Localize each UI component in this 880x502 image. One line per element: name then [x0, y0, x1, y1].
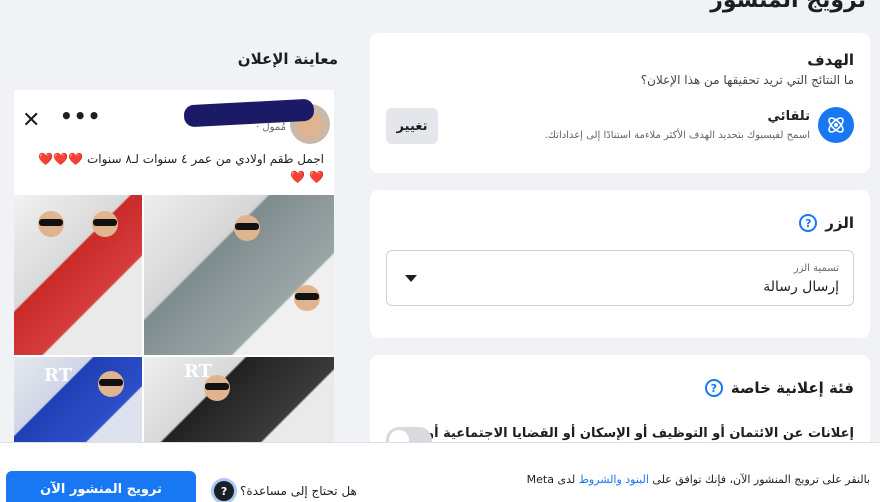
close-icon[interactable]: ✕: [22, 108, 40, 133]
help-icon[interactable]: ?: [799, 214, 818, 232]
photo-grid: RT RT: [14, 195, 334, 450]
terms-prefix: بالنقر على ترويج المنشور الآن، فإنك تواف…: [652, 473, 870, 486]
ad-image-grey-outfit: [144, 195, 334, 355]
page-title: ترويج المنشور: [710, 0, 866, 13]
ad-caption: اجمل طقم اولادي من عمر ٤ سنوات لـ٨ سنوات: [87, 152, 324, 166]
brand-logo: RT: [44, 365, 73, 386]
category-title: فئة إعلانية خاصة: [730, 379, 854, 397]
target-icon: [818, 107, 854, 143]
ad-text: اجمل طقم اولادي من عمر ٤ سنوات لـ٨ سنوات…: [24, 150, 324, 186]
more-options-icon[interactable]: •••: [60, 104, 101, 128]
help-link[interactable]: هل تحتاج إلى مساعدة؟ ?: [214, 481, 357, 501]
goal-name: تلقائي: [767, 109, 810, 124]
promote-now-button[interactable]: ترويج المنشور الآن: [6, 471, 196, 502]
ad-image-red-outfit: [14, 195, 142, 355]
ad-image-blue-outfit: RT: [14, 357, 142, 450]
sponsored-label: مُمول ·: [256, 122, 286, 133]
select-label: تسمية الزر: [793, 263, 839, 274]
select-value: إرسال رسالة: [763, 279, 839, 295]
ad-preview: ✕ ••• مُمول · اجمل طقم اولادي من عمر ٤ س…: [14, 90, 334, 450]
terms-link[interactable]: البنود والشروط: [579, 473, 649, 486]
brand-logo: RT: [184, 361, 213, 382]
ad-image-black-outfit: RT: [144, 357, 334, 450]
terms-suffix: لدى Meta: [526, 473, 576, 486]
footer-bar: ترويج المنشور الآن هل تحتاج إلى مساعدة؟ …: [0, 442, 880, 502]
button-section-header: الزر ?: [799, 214, 854, 232]
help-link-label: هل تحتاج إلى مساعدة؟: [240, 484, 357, 498]
question-icon: ?: [214, 481, 234, 501]
goal-question: ما النتائج التي تريد تحقيقها من هذا الإع…: [640, 73, 854, 87]
button-section-title: الزر: [825, 214, 854, 232]
help-icon[interactable]: ?: [704, 379, 723, 397]
goal-title: الهدف: [807, 51, 854, 69]
category-header: فئة إعلانية خاصة ?: [704, 379, 854, 397]
button-label-select[interactable]: تسمية الزر إرسال رسالة: [386, 250, 854, 306]
change-goal-button[interactable]: تغيير: [386, 108, 438, 144]
goal-card: الهدف ما النتائج التي تريد تحقيقها من هذ…: [370, 33, 870, 173]
terms-text: بالنقر على ترويج المنشور الآن، فإنك تواف…: [527, 473, 870, 486]
goal-description: اسمح لفيسبوك بتحديد الهدف الأكثر ملاءمة …: [544, 130, 810, 141]
chevron-down-icon: [405, 275, 417, 282]
button-card: الزر ? تسمية الزر إرسال رسالة: [370, 190, 870, 338]
preview-title: معاينة الإعلان: [237, 50, 338, 68]
